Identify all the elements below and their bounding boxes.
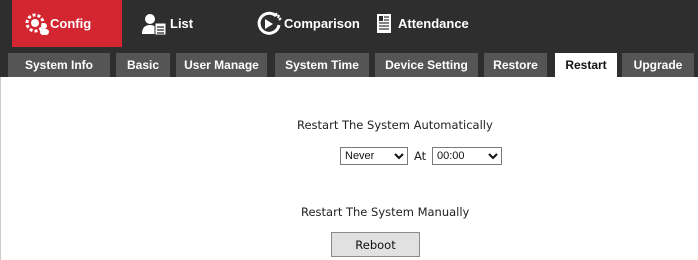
tab-basic[interactable]: Basic (116, 53, 170, 77)
nav-list[interactable]: List (140, 0, 240, 47)
tab-restart[interactable]: Restart (555, 53, 617, 77)
nav-list-label: List (170, 16, 194, 31)
gear-people-icon (24, 12, 50, 36)
nav-comparison[interactable]: Comparison (256, 0, 376, 47)
top-navigation-bar: Config List Comparison Attendance (0, 0, 698, 47)
tab-system-time[interactable]: System Time (275, 53, 369, 77)
tab-device-setting[interactable]: Device Setting (375, 53, 478, 77)
reboot-button[interactable]: Reboot (331, 232, 420, 257)
auto-restart-title: Restart The System Automatically (297, 118, 493, 132)
tab-system-info[interactable]: System Info (8, 53, 110, 77)
tab-restore[interactable]: Restore (484, 53, 547, 77)
tab-user-manage[interactable]: User Manage (176, 53, 267, 77)
restart-panel: Restart The System Automatically Never A… (0, 77, 698, 260)
tab-upgrade[interactable]: Upgrade (622, 53, 694, 77)
nav-comparison-label: Comparison (284, 16, 360, 31)
refresh-play-icon (256, 11, 284, 37)
at-label: At (414, 149, 427, 163)
nav-attendance-label: Attendance (398, 16, 469, 31)
user-list-icon (140, 12, 170, 36)
nav-attendance[interactable]: Attendance (372, 0, 492, 47)
document-icon (372, 12, 398, 36)
restart-frequency-select[interactable]: Never (340, 147, 408, 165)
settings-tab-bar: System Info Basic User Manage System Tim… (0, 47, 698, 77)
nav-config[interactable]: Config (12, 0, 122, 47)
nav-config-label: Config (50, 16, 92, 31)
restart-time-select[interactable]: 00:00 (432, 147, 502, 165)
manual-restart-title: Restart The System Manually (301, 205, 470, 219)
